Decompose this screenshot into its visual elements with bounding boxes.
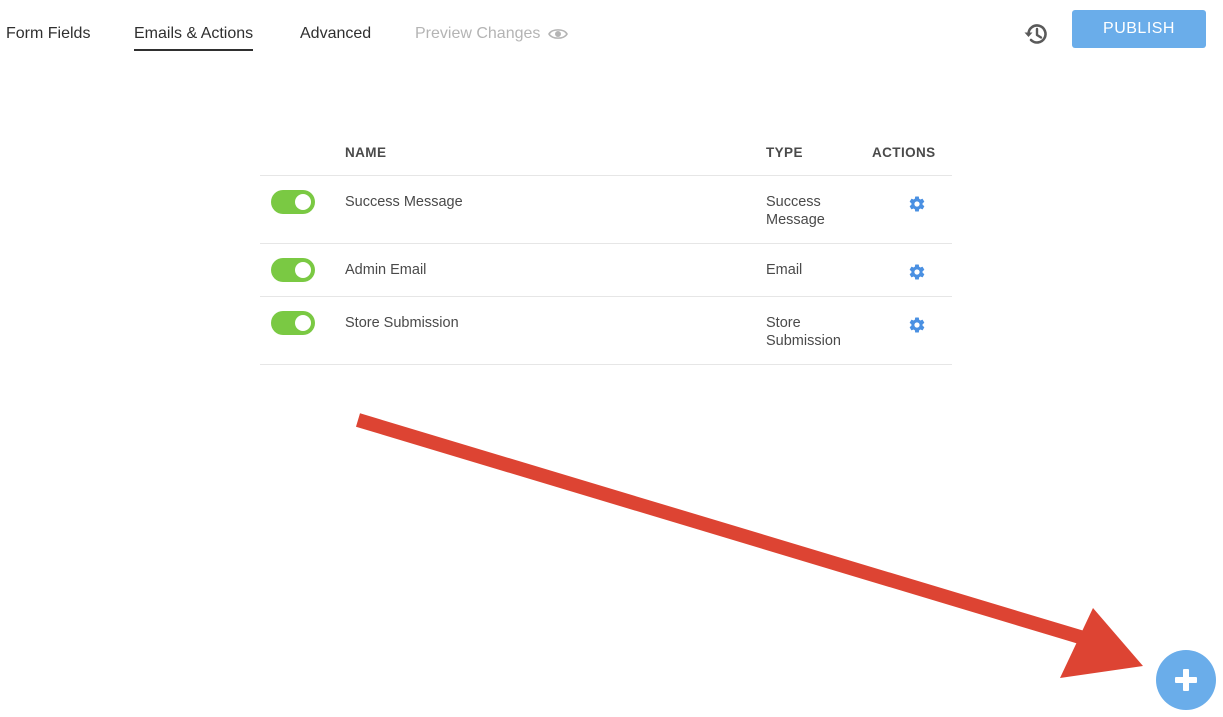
- action-name[interactable]: Admin Email: [345, 261, 426, 279]
- tab-emails-actions[interactable]: Emails & Actions: [134, 24, 254, 51]
- toggle-knob: [295, 315, 311, 331]
- table-row: Admin Email Email: [260, 244, 952, 297]
- column-header-actions: ACTIONS: [872, 145, 936, 160]
- gear-icon[interactable]: [908, 195, 926, 213]
- enable-toggle[interactable]: [271, 258, 315, 282]
- action-type: Success Message: [766, 194, 825, 228]
- eye-icon: [548, 29, 569, 39]
- enable-toggle[interactable]: [271, 190, 315, 214]
- history-icon[interactable]: [1022, 20, 1050, 48]
- tab-preview-label: Preview Changes: [415, 25, 541, 42]
- table-header: NAME TYPE ACTIONS: [260, 128, 952, 176]
- action-type: Email: [766, 262, 803, 278]
- tab-advanced[interactable]: Advanced: [300, 24, 371, 44]
- table-row: Store Submission Store Submission: [260, 297, 952, 365]
- column-header-name: NAME: [345, 145, 387, 160]
- gear-icon[interactable]: [908, 316, 926, 334]
- table-row: Success Message Success Message: [260, 176, 952, 244]
- action-type: Store Submission: [766, 315, 841, 349]
- page: Form Fields Emails & Actions Advanced Pr…: [0, 0, 1223, 717]
- enable-toggle[interactable]: [271, 311, 315, 335]
- tab-form-fields[interactable]: Form Fields: [6, 24, 90, 44]
- publish-button[interactable]: PUBLISH: [1072, 10, 1206, 48]
- column-header-type: TYPE: [766, 145, 803, 160]
- actions-table: NAME TYPE ACTIONS Success Message Succes…: [260, 128, 952, 365]
- plus-icon: [1175, 669, 1197, 691]
- top-nav: Form Fields Emails & Actions Advanced Pr…: [0, 0, 1223, 70]
- action-name[interactable]: Success Message: [345, 193, 463, 211]
- add-action-button[interactable]: [1156, 650, 1216, 710]
- action-name[interactable]: Store Submission: [345, 314, 459, 332]
- gear-icon[interactable]: [908, 263, 926, 281]
- toggle-knob: [295, 194, 311, 210]
- tab-preview-changes[interactable]: Preview Changes: [415, 24, 569, 44]
- toggle-knob: [295, 262, 311, 278]
